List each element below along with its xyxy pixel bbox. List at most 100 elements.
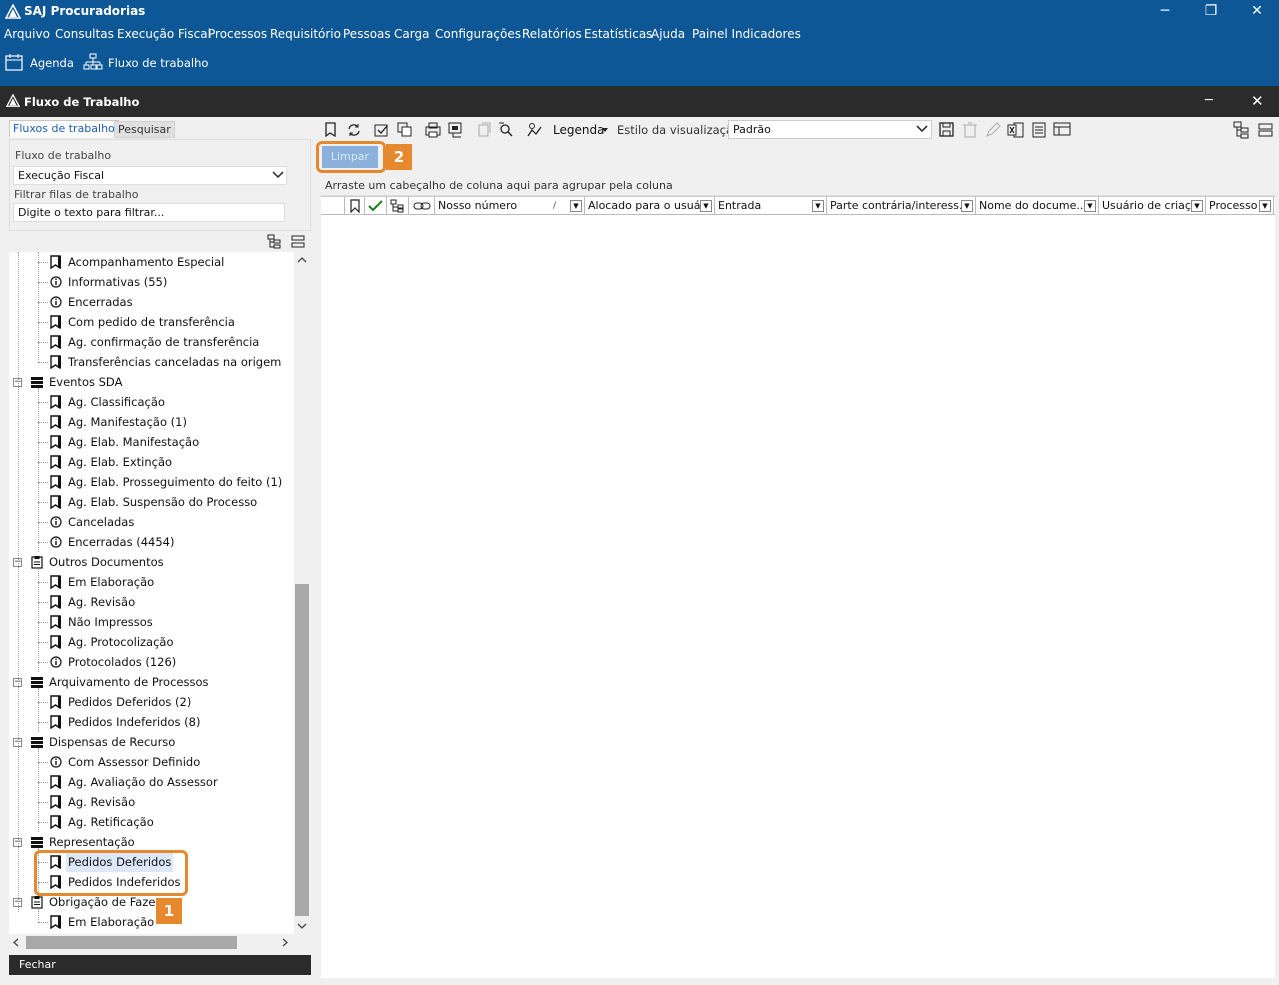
new-doc-icon[interactable] bbox=[323, 121, 341, 139]
tree-vertical-scroll-thumb[interactable] bbox=[295, 584, 309, 916]
refresh-icon[interactable] bbox=[345, 121, 363, 139]
filter-input[interactable]: Digite o texto para filtrar... bbox=[13, 203, 285, 222]
collapse-tree-icon[interactable] bbox=[291, 235, 305, 248]
tab-pesquisar[interactable]: Pesquisar bbox=[114, 121, 175, 138]
tree-item-label: Protocolados (126) bbox=[68, 655, 177, 669]
menu-bar: Arquivo Consultas Execução Fiscal Proces… bbox=[0, 24, 1279, 46]
expand-tree-icon[interactable] bbox=[267, 234, 283, 249]
menu-processos[interactable]: Processos bbox=[208, 27, 267, 41]
export-icon[interactable] bbox=[447, 121, 465, 139]
close-button[interactable]: ✕ bbox=[1234, 0, 1279, 24]
fluxo-link[interactable]: Fluxo de trabalho bbox=[108, 56, 208, 70]
tree-connector bbox=[38, 442, 48, 443]
fechar-button[interactable]: Fechar bbox=[19, 958, 56, 971]
legend-icon[interactable] bbox=[526, 121, 544, 139]
restore-button[interactable]: ❐ bbox=[1188, 0, 1234, 24]
menu-consultas[interactable]: Consultas bbox=[55, 27, 114, 41]
tree-item-label: Não Impressos bbox=[68, 615, 153, 629]
tree-connector bbox=[38, 462, 48, 463]
col-entrada[interactable]: Entrada ▼ bbox=[715, 197, 827, 215]
menu-carga[interactable]: Carga bbox=[394, 27, 429, 41]
tree-item-label: Com pedido de transferência bbox=[68, 315, 235, 329]
chevron-down-icon[interactable] bbox=[271, 169, 285, 181]
group-by-area[interactable]: Arraste um cabeçalho de coluna aqui para… bbox=[321, 175, 1275, 196]
col-nosso-numero[interactable]: Nosso número / ▼ bbox=[435, 197, 585, 215]
col-filter-icon[interactable]: ▼ bbox=[1191, 200, 1203, 212]
scroll-left-icon[interactable] bbox=[12, 937, 20, 948]
document-icon bbox=[49, 795, 63, 810]
col-blank bbox=[321, 197, 345, 215]
tree-connector bbox=[38, 482, 48, 483]
legenda-dropdown[interactable]: Legenda bbox=[553, 123, 604, 137]
tree-connector bbox=[38, 422, 48, 423]
col-tree[interactable] bbox=[387, 197, 409, 215]
tree-item-label: Canceladas bbox=[68, 515, 135, 529]
tree-connector bbox=[38, 722, 48, 723]
col-bookmark[interactable] bbox=[345, 197, 365, 215]
menu-pessoas[interactable]: Pessoas bbox=[343, 27, 391, 41]
scroll-down-icon[interactable] bbox=[296, 922, 308, 930]
approve-doc-icon[interactable] bbox=[373, 121, 391, 139]
col-entrada-label: Entrada bbox=[718, 199, 762, 212]
copy-icon[interactable] bbox=[396, 121, 414, 139]
tree-item-label: Ag. Elab. Suspensão do Processo bbox=[68, 495, 258, 509]
menu-estatisticas[interactable]: Estatísticas bbox=[584, 27, 652, 41]
calendar-icon[interactable] bbox=[5, 53, 23, 71]
tree-item-label: Ag. confirmação de transferência bbox=[68, 335, 260, 349]
tree-connector bbox=[38, 342, 48, 343]
check-icon bbox=[368, 200, 383, 212]
col-filter-icon[interactable]: ▼ bbox=[1084, 200, 1096, 212]
save-view-icon[interactable] bbox=[938, 121, 956, 139]
menu-configuracoes[interactable]: Configurações bbox=[435, 27, 521, 41]
excel-export-icon[interactable] bbox=[1007, 121, 1025, 139]
estilo-select[interactable]: Padrão bbox=[728, 120, 932, 139]
col-processo[interactable]: Processo ▼ bbox=[1206, 197, 1274, 215]
filtrar-label: Filtrar filas de trabalho bbox=[14, 188, 139, 201]
report-icon[interactable] bbox=[1053, 121, 1071, 139]
menu-painel-indicadores[interactable]: Painel Indicadores bbox=[692, 27, 801, 41]
col-check[interactable] bbox=[365, 197, 387, 215]
menu-execucao-fiscal[interactable]: Execução Fiscal bbox=[117, 27, 211, 41]
col-usuario-criacao[interactable]: Usuário de criaç... ▼ bbox=[1099, 197, 1206, 215]
document-icon bbox=[49, 695, 63, 710]
col-filter-icon[interactable]: ▼ bbox=[812, 200, 824, 212]
tree-horizontal-scroll-thumb[interactable] bbox=[26, 936, 237, 949]
col-alocado[interactable]: Alocado para o usuá... ▼ bbox=[585, 197, 715, 215]
document-icon bbox=[49, 495, 63, 510]
fluxo-select[interactable]: Execução Fiscal bbox=[13, 166, 287, 185]
legenda-caret-icon[interactable] bbox=[601, 127, 609, 133]
tree-item-label: Ag. Revisão bbox=[68, 595, 136, 609]
col-filter-icon[interactable]: ▼ bbox=[1259, 200, 1271, 212]
workflow-icon[interactable] bbox=[83, 53, 103, 71]
collapse-all-icon[interactable] bbox=[1257, 121, 1275, 139]
info-icon bbox=[49, 655, 63, 669]
col-filter-icon[interactable]: ▼ bbox=[961, 200, 973, 212]
grid-header: Nosso número / ▼ Alocado para o usuá... ▼ E… bbox=[321, 196, 1275, 215]
menu-ajuda[interactable]: Ajuda bbox=[651, 27, 685, 41]
tree-item-label: Em Elaboração bbox=[68, 575, 155, 589]
tree-connector bbox=[38, 322, 48, 323]
grid-body[interactable] bbox=[321, 215, 1275, 978]
menu-requisitorio[interactable]: Requisitório bbox=[270, 27, 341, 41]
menu-arquivo[interactable]: Arquivo bbox=[4, 27, 50, 41]
tree-connector bbox=[38, 762, 48, 763]
scroll-right-icon[interactable] bbox=[281, 937, 289, 948]
menu-relatorios[interactable]: Relatórios bbox=[522, 27, 582, 41]
scroll-up-icon[interactable] bbox=[296, 256, 308, 264]
col-filter-icon[interactable]: ▼ bbox=[700, 200, 712, 212]
col-link[interactable] bbox=[409, 197, 435, 215]
print-doc-icon[interactable] bbox=[424, 121, 442, 139]
estilo-chevron-down-icon[interactable] bbox=[915, 123, 929, 135]
tab-fluxos[interactable]: Fluxos de trabalho bbox=[9, 120, 119, 137]
minimize-button[interactable]: ─ bbox=[1142, 0, 1188, 24]
agenda-link[interactable]: Agenda bbox=[30, 56, 74, 70]
search-doc-icon[interactable] bbox=[497, 121, 515, 139]
window-close-button[interactable]: ✕ bbox=[1251, 92, 1264, 110]
notes-icon[interactable] bbox=[1030, 121, 1048, 139]
expand-all-icon[interactable] bbox=[1233, 121, 1251, 139]
col-parte-contraria[interactable]: Parte contrária/interess... ▼ bbox=[827, 197, 976, 215]
window-minimize-button[interactable]: ─ bbox=[1205, 93, 1213, 108]
col-filter-icon[interactable]: ▼ bbox=[570, 200, 582, 212]
tree-connector bbox=[38, 252, 39, 362]
col-nome-documento[interactable]: Nome do docume... ▼ bbox=[976, 197, 1099, 215]
